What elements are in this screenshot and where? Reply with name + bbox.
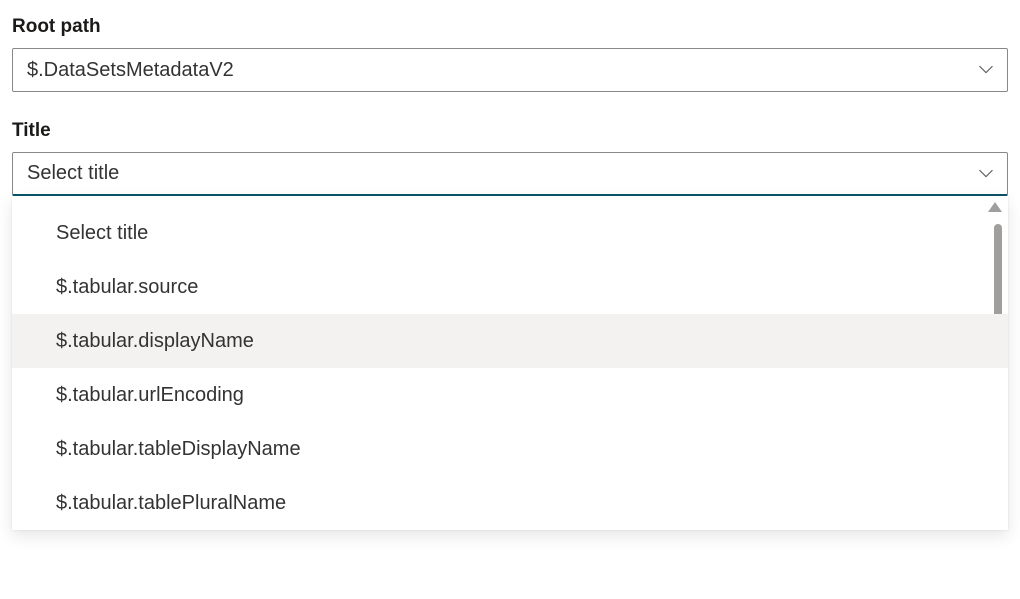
root-path-dropdown[interactable]: $.DataSetsMetadataV2	[12, 48, 1008, 92]
title-option[interactable]: $.tabular.tablePluralName	[12, 476, 1008, 530]
title-label: Title	[12, 120, 1008, 142]
chevron-down-icon	[979, 167, 993, 181]
title-option[interactable]: Select title	[12, 206, 1008, 260]
title-dropdown-menu: Select title$.tabular.source$.tabular.di…	[12, 196, 1008, 530]
title-option[interactable]: $.tabular.tableDisplayName	[12, 422, 1008, 476]
root-path-label: Root path	[12, 16, 1008, 38]
title-option[interactable]: $.tabular.urlEncoding	[12, 368, 1008, 422]
title-placeholder: Select title	[27, 162, 119, 185]
title-option[interactable]: $.tabular.source	[12, 260, 1008, 314]
title-dropdown[interactable]: Select title Select title$.tabular.sourc…	[12, 152, 1008, 530]
title-option[interactable]: $.tabular.displayName	[12, 314, 1008, 368]
chevron-down-icon	[979, 63, 993, 77]
root-path-value: $.DataSetsMetadataV2	[27, 59, 234, 82]
